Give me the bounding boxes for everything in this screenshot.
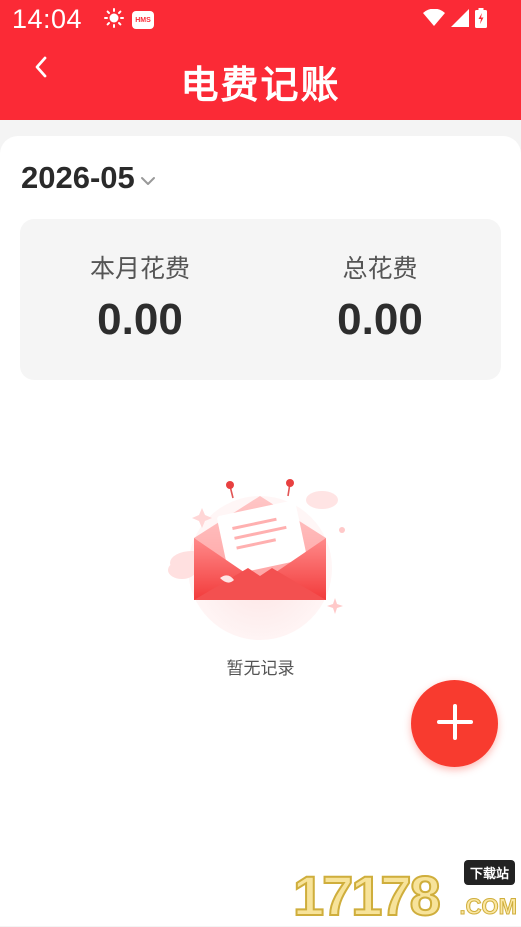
envelope-illustration bbox=[160, 478, 360, 643]
total-spending-label: 总花费 bbox=[342, 254, 418, 283]
signal-icon bbox=[451, 9, 469, 31]
page-title: 电费记账 bbox=[180, 63, 341, 107]
battery-icon bbox=[475, 8, 487, 32]
chevron-down-icon bbox=[140, 171, 156, 190]
empty-state-text: 暂无记录 bbox=[226, 659, 295, 679]
status-left-icons: HMS bbox=[104, 8, 154, 32]
watermark-tag: 下载站 bbox=[463, 860, 515, 885]
month-value: 2026-05 bbox=[21, 160, 135, 195]
app-bar: 电费记账 bbox=[0, 40, 521, 120]
watermark-domain: .COM bbox=[459, 894, 517, 920]
status-right-icons bbox=[423, 8, 487, 32]
add-record-button[interactable] bbox=[411, 680, 498, 767]
sun-icon bbox=[104, 8, 124, 32]
status-bar: 14:04 HMS bbox=[0, 0, 521, 40]
hms-icon: HMS bbox=[132, 11, 154, 29]
watermark-number: 17178 bbox=[292, 864, 442, 927]
month-spending-label: 本月花费 bbox=[89, 254, 190, 283]
wifi-icon bbox=[423, 8, 445, 31]
summary-box: 本月花费 0.00 总花费 0.00 bbox=[20, 219, 501, 380]
plus-icon bbox=[436, 703, 474, 745]
status-time: 14:04 bbox=[12, 4, 83, 34]
content-card: 2026-05 本月花费 0.00 总花费 0.00 暂无记录 bbox=[0, 136, 521, 926]
site-watermark: 17178 下载站 .COM bbox=[292, 860, 518, 927]
total-spending-value: 0.00 bbox=[337, 295, 423, 344]
month-spending-value: 0.00 bbox=[97, 295, 183, 344]
month-selector[interactable]: 2026-05 bbox=[21, 160, 156, 196]
month-spending: 本月花费 0.00 bbox=[20, 219, 260, 380]
total-spending: 总花费 0.00 bbox=[260, 219, 500, 380]
